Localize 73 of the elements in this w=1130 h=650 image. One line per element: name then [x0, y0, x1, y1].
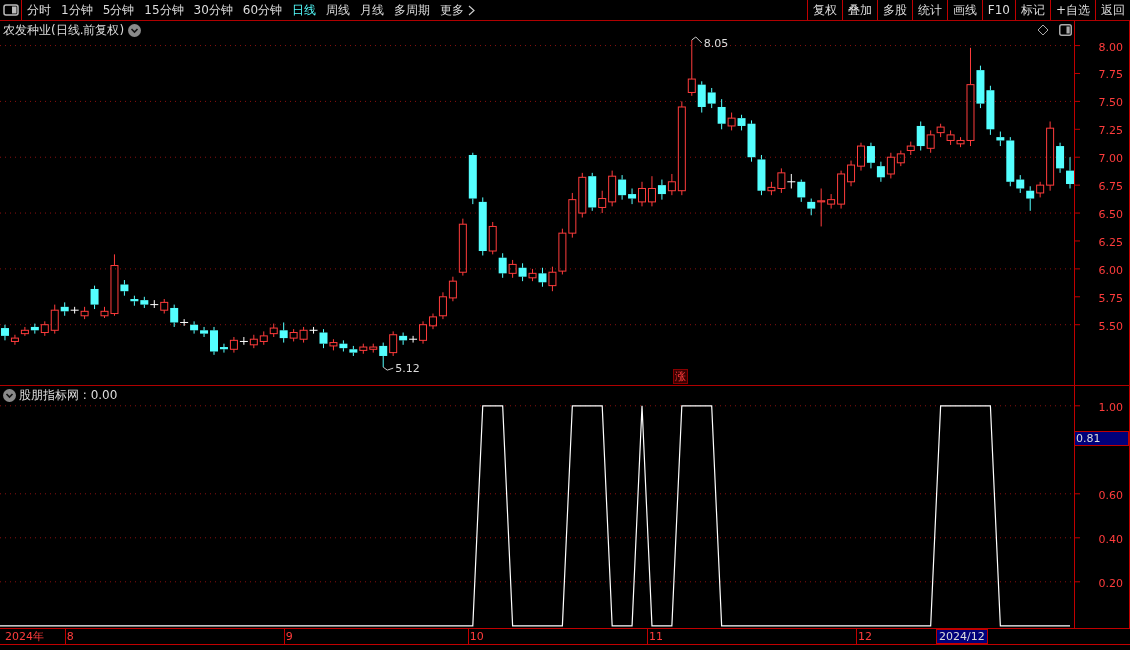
candlestick: [498, 252, 507, 279]
candlestick: [946, 129, 955, 146]
axis-label: 0.40: [1098, 532, 1123, 546]
dropdown-icon[interactable]: [3, 389, 16, 402]
axis-label: 7.75: [1098, 68, 1123, 82]
date-cursor-label: 2024/12: [936, 629, 988, 644]
period-tab[interactable]: 日线: [287, 0, 322, 20]
year-label: 2024年: [4, 629, 44, 644]
date-label: 11: [647, 629, 663, 644]
more-button[interactable]: 更多: [435, 0, 481, 20]
candlestick: [10, 334, 19, 346]
candlestick: [359, 343, 368, 355]
chevron-icon: [468, 4, 476, 16]
dropdown-icon[interactable]: [128, 24, 142, 37]
leader-line: [382, 366, 394, 371]
stock-title: 农发种业(日线.前复权): [3, 22, 125, 39]
axis-label: 0.20: [1098, 576, 1123, 590]
signal-badge: 涨: [672, 369, 688, 384]
axis-label: 8.00: [1098, 40, 1123, 54]
candlestick: [568, 192, 577, 239]
diamond-icon[interactable]: [1037, 24, 1049, 36]
panel-toggle-icon[interactable]: [1059, 24, 1072, 36]
indicator-title: 股朋指标网 : 0.00: [19, 387, 118, 404]
candlestick: [578, 172, 587, 218]
axis-label: 7.25: [1098, 124, 1123, 138]
price-label: 5.12: [395, 362, 420, 376]
axis-label: 6.00: [1098, 263, 1123, 277]
period-tab[interactable]: 1分钟: [56, 0, 98, 20]
candlestick: [876, 161, 885, 183]
period-tab[interactable]: 15分钟: [139, 0, 189, 20]
price-label: 8.05: [703, 37, 729, 50]
axis-label: 5.75: [1098, 291, 1123, 305]
candlestick: [339, 339, 348, 352]
date-label: 12: [856, 629, 872, 644]
toolbar-button[interactable]: 返回: [1095, 0, 1130, 20]
toolbar-button[interactable]: 叠加: [841, 0, 877, 20]
layout-toggle-button[interactable]: [0, 0, 22, 20]
period-tab[interactable]: 多周期: [389, 0, 436, 20]
candlestick: [518, 262, 527, 282]
candlestick: [508, 259, 517, 279]
axis-label: 5.50: [1098, 319, 1123, 333]
period-tab[interactable]: 5分钟: [97, 0, 140, 20]
axis-label: 0.60: [1098, 488, 1123, 502]
date-label: 8: [64, 629, 74, 644]
candlestick: [866, 142, 875, 169]
axis-label: 6.25: [1098, 235, 1123, 249]
axis-label: 1.00: [1098, 400, 1123, 414]
axis-label: 7.00: [1098, 152, 1123, 166]
axis-label: 6.50: [1098, 208, 1123, 222]
candlestick: [259, 330, 268, 346]
toolbar-button[interactable]: 标记: [1014, 0, 1050, 20]
period-tab[interactable]: 分时: [22, 0, 56, 20]
period-tab[interactable]: 周线: [321, 0, 356, 20]
date-label: 10: [467, 629, 484, 644]
candlestick: [20, 326, 29, 337]
period-tab[interactable]: 30分钟: [188, 0, 238, 20]
toolbar-button[interactable]: 复权: [806, 0, 842, 20]
period-tab[interactable]: 60分钟: [237, 0, 288, 20]
candlestick: [468, 152, 477, 205]
toolbar-button[interactable]: F10: [981, 0, 1015, 20]
axis-label: 7.50: [1098, 96, 1123, 110]
candlestick: [30, 323, 39, 335]
candlestick: [349, 345, 358, 357]
date-label: 9: [283, 629, 293, 644]
axis-label: 6.75: [1098, 180, 1123, 194]
toolbar-button[interactable]: 画线: [946, 0, 982, 20]
candlestick: [140, 296, 149, 309]
cursor-value-label: 0.81: [1074, 431, 1129, 446]
toolbar-button[interactable]: 统计: [911, 0, 947, 20]
leader-line: [691, 36, 703, 44]
toolbar-button[interactable]: 多股: [876, 0, 912, 20]
toolbar-button[interactable]: +自选: [1049, 0, 1095, 20]
period-tab[interactable]: 月线: [355, 0, 390, 20]
